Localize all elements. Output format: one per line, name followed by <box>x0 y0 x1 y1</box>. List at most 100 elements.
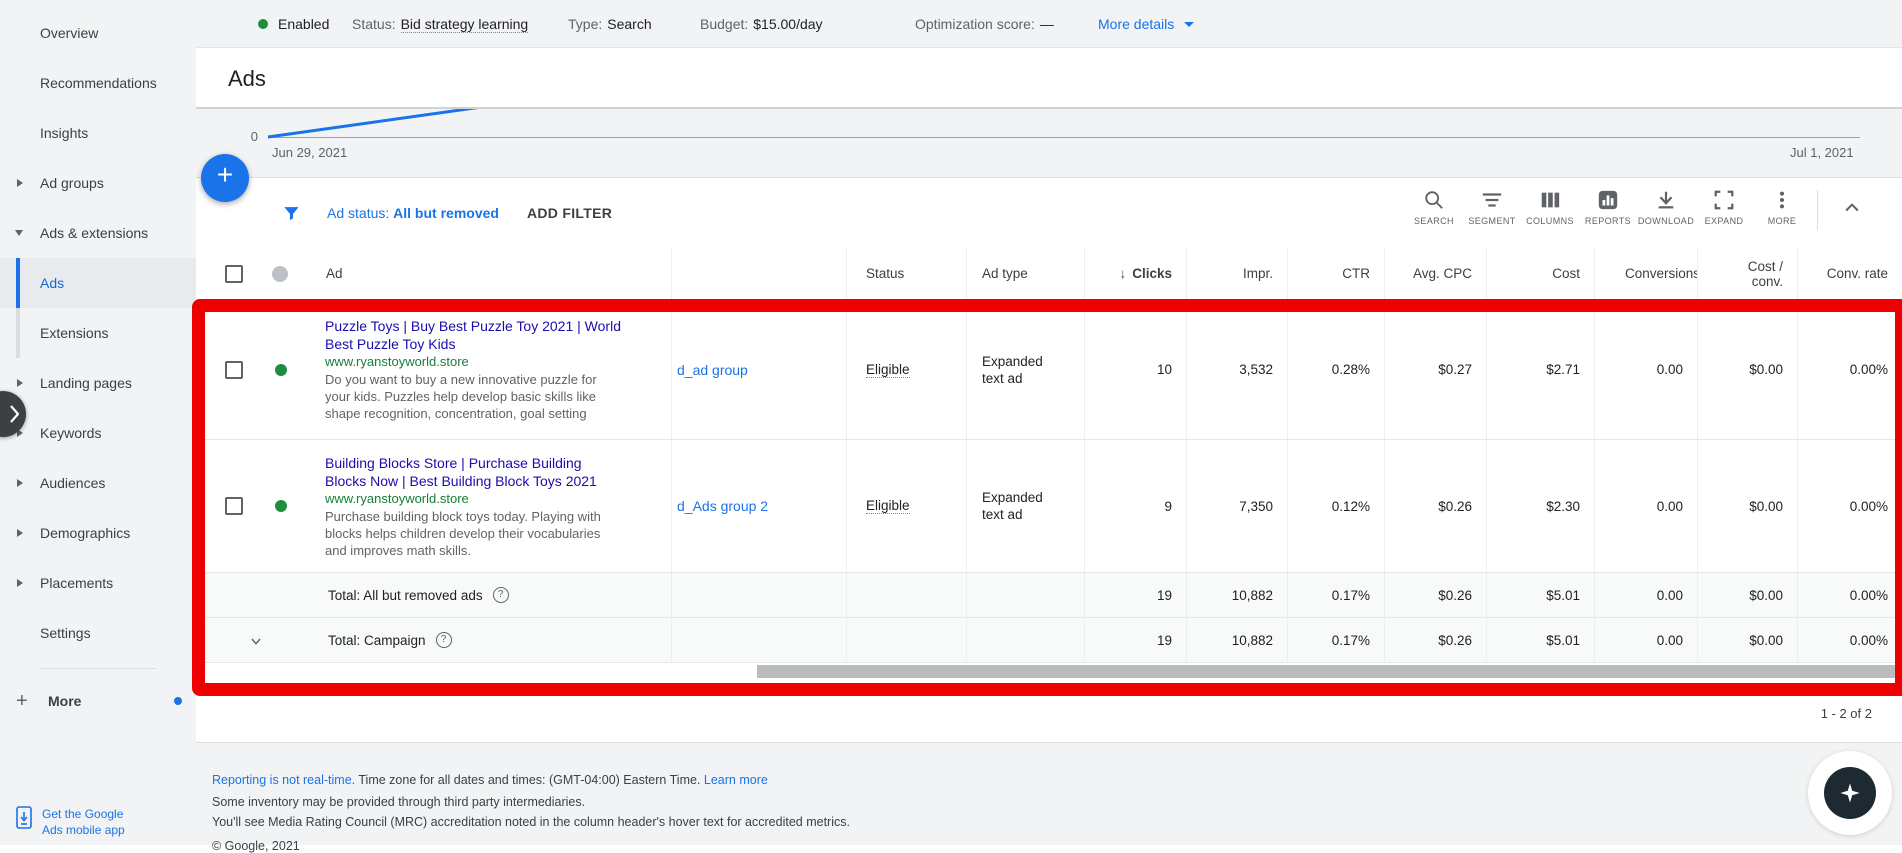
cost-per-conv-total: $0.00 <box>1698 573 1798 618</box>
sidebar-item-ads-extensions[interactable]: Ads & extensions <box>0 208 196 258</box>
sidebar-item-placements[interactable]: Placements <box>0 558 196 608</box>
download-icon <box>1655 188 1677 212</box>
more-details-button[interactable]: More details <box>1098 0 1194 48</box>
ad-title-link[interactable]: Puzzle Toys | Buy Best Puzzle Toy 2021 |… <box>325 317 625 353</box>
row-checkbox[interactable] <box>225 361 243 379</box>
more-dots-icon <box>1771 188 1793 212</box>
cost-value: $2.30 <box>1487 440 1595 573</box>
sidebar-item-keywords[interactable]: Keywords <box>0 408 196 458</box>
timezone-text: Time zone for all dates and times: (GMT-… <box>358 773 700 787</box>
impressions-total: 10,882 <box>1187 618 1288 663</box>
col-header-ctr[interactable]: CTR <box>1288 248 1385 300</box>
ad-group-link[interactable]: d_ad group <box>677 362 748 378</box>
sidebar-item-demographics[interactable]: Demographics <box>0 508 196 558</box>
sidebar-item-settings[interactable]: Settings <box>0 608 196 658</box>
conversions-value: 0.00 <box>1595 440 1698 573</box>
optimization-score: Optimization score: — <box>915 0 1054 48</box>
status-circle-icon <box>272 266 288 282</box>
col-header-avg-cpc[interactable]: Avg. CPC <box>1385 248 1487 300</box>
col-header-conv-rate[interactable]: Conv. rate <box>1798 248 1902 300</box>
horizontal-scrollbar-thumb[interactable] <box>757 665 1895 678</box>
search-button[interactable]: SEARCH <box>1405 188 1463 226</box>
columns-button[interactable]: COLUMNS <box>1521 188 1579 226</box>
col-header-ad-type[interactable]: Ad type <box>967 248 1085 300</box>
collapse-table-chevron-up[interactable] <box>1842 198 1862 218</box>
conversions-value: 0.00 <box>1595 300 1698 440</box>
plus-icon <box>16 690 28 713</box>
sidebar-item-recommendations[interactable]: Recommendations <box>0 58 196 108</box>
col-header-cost[interactable]: Cost <box>1487 248 1595 300</box>
col-header-conversions[interactable]: Conversions <box>1595 248 1698 300</box>
campaign-enabled-state[interactable]: Enabled <box>258 0 329 48</box>
campaign-status-bar: Enabled Status: Bid strategy learning Ty… <box>196 0 1902 48</box>
col-header-impr[interactable]: Impr. <box>1187 248 1288 300</box>
ad-status[interactable]: Eligible <box>866 498 910 514</box>
clicks-value: 10 <box>1085 300 1187 440</box>
col-header-ad-group[interactable] <box>672 248 847 300</box>
segment-button[interactable]: SEGMENT <box>1463 188 1521 226</box>
more-options-button[interactable]: MORE <box>1753 188 1811 226</box>
campaign-status[interactable]: Status: Bid strategy learning <box>352 0 528 48</box>
reports-button[interactable]: REPORTS <box>1579 188 1637 226</box>
chart-line <box>196 109 1902 177</box>
sidebar-item-ad-groups[interactable]: Ad groups <box>0 158 196 208</box>
total-label: Total: All but removed ads <box>328 588 483 603</box>
ctr-total: 0.17% <box>1288 618 1385 663</box>
reporting-link[interactable]: Reporting is not real-time. <box>212 773 355 787</box>
sidebar-item-extensions[interactable]: Extensions <box>0 308 196 358</box>
conv-rate-total: 0.00% <box>1798 573 1902 618</box>
avg-cpc-total: $0.26 <box>1385 573 1487 618</box>
campaign-budget[interactable]: Budget: $15.00/day <box>700 0 823 48</box>
toolbar-divider <box>1817 190 1818 230</box>
add-filter-button[interactable]: ADD FILTER <box>527 205 612 221</box>
ad-display-url: www.ryanstoyworld.store <box>325 353 625 371</box>
chevron-down-icon <box>15 230 23 236</box>
inventory-disclaimer: Some inventory may be provided through t… <box>212 795 585 809</box>
ad-title-link[interactable]: Building Blocks Store | Purchase Buildin… <box>325 454 625 490</box>
learn-more-link[interactable]: Learn more <box>704 773 768 787</box>
col-header-ad[interactable]: Ad <box>326 266 343 281</box>
chevron-right-icon <box>17 529 23 537</box>
col-header-status[interactable]: Status <box>847 248 967 300</box>
sidebar-item-landing-pages[interactable]: Landing pages <box>0 358 196 408</box>
conv-rate-value: 0.00% <box>1798 440 1902 573</box>
table-header-row: Ad Status Ad type Clicks Impr. CTR Avg. … <box>196 248 1902 300</box>
notification-dot <box>174 697 182 705</box>
expand-total-chevron-icon[interactable] <box>248 633 264 649</box>
pagination-label: 1 - 2 of 2 <box>1821 706 1872 721</box>
ad-status-filter-chip[interactable]: Ad status: All but removed <box>327 205 499 221</box>
sidebar-item-ads-selected[interactable]: Ads <box>0 258 196 308</box>
help-question-icon[interactable] <box>436 632 452 648</box>
ctr-value: 0.28% <box>1288 300 1385 440</box>
chevron-right-icon <box>10 405 19 423</box>
select-all-checkbox[interactable] <box>225 265 243 283</box>
sidebar-item-more[interactable]: More <box>0 679 196 723</box>
sidebar-item-audiences[interactable]: Audiences <box>0 458 196 508</box>
col-header-clicks-sorted[interactable]: Clicks <box>1085 248 1187 300</box>
mrc-disclaimer: You'll see Media Rating Council (MRC) ac… <box>212 815 850 829</box>
sidebar-item-overview[interactable]: Overview <box>0 8 196 58</box>
horizontal-scrollbar-track[interactable] <box>196 663 1902 681</box>
mobile-app-link[interactable]: Get the Google Ads mobile app <box>14 806 125 838</box>
assistant-button[interactable] <box>1824 767 1876 819</box>
new-ad-button[interactable] <box>201 154 249 202</box>
ad-type: Expanded text ad <box>982 489 1067 523</box>
row-checkbox[interactable] <box>225 497 243 515</box>
assistant-fab-backdrop <box>1808 751 1892 835</box>
clicks-total: 19 <box>1085 573 1187 618</box>
expand-icon <box>1713 188 1735 212</box>
expand-button[interactable]: EXPAND <box>1695 188 1753 226</box>
impressions-value: 7,350 <box>1187 440 1288 573</box>
ad-status[interactable]: Eligible <box>866 362 910 378</box>
ad-group-link[interactable]: d_Ads group 2 <box>677 498 768 514</box>
avg-cpc-value: $0.27 <box>1385 300 1487 440</box>
download-button[interactable]: DOWNLOAD <box>1637 188 1695 226</box>
spark-star-icon <box>1839 782 1861 804</box>
col-header-cost-conv[interactable]: Cost / conv. <box>1698 248 1798 300</box>
chevron-right-icon <box>17 579 23 587</box>
sidebar-item-insights[interactable]: Insights <box>0 108 196 158</box>
campaign-type: Type: Search <box>568 0 652 48</box>
ad-enabled-dot <box>275 500 287 512</box>
main-content: Enabled Status: Bid strategy learning Ty… <box>196 0 1902 845</box>
help-question-icon[interactable] <box>493 587 509 603</box>
